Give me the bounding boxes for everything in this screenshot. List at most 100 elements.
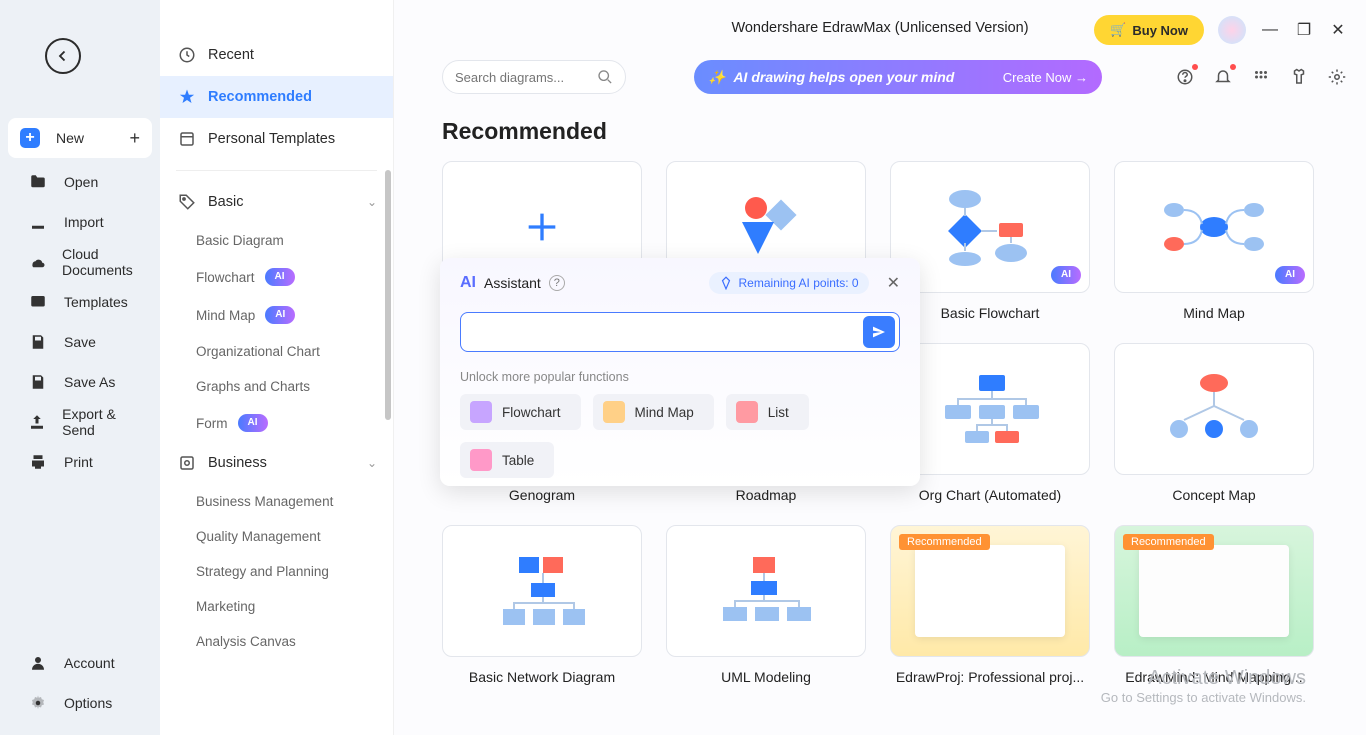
bell-icon[interactable] xyxy=(1212,66,1234,88)
assistant-input-wrap xyxy=(460,312,900,352)
sub-mindmap[interactable]: Mind MapAI xyxy=(160,296,393,334)
sidebar-item-print[interactable]: Print xyxy=(0,442,160,482)
card-mindmap[interactable]: AIMind Map xyxy=(1114,161,1314,321)
assistant-input[interactable] xyxy=(473,324,863,340)
export-icon xyxy=(28,412,46,432)
window-maximize[interactable]: ❐ xyxy=(1294,20,1314,40)
mindmap-func-icon xyxy=(603,401,625,423)
account-icon xyxy=(28,653,48,673)
card-edrawproj[interactable]: RecommendedEdrawProj: Professional proj.… xyxy=(890,525,1090,685)
cat-recent[interactable]: Recent xyxy=(160,34,393,76)
scrollbar-thumb[interactable] xyxy=(385,170,391,420)
help-icon[interactable]: ? xyxy=(549,275,565,291)
cat-personal[interactable]: Personal Templates xyxy=(160,118,393,160)
func-flowchart[interactable]: Flowchart xyxy=(460,394,581,430)
sidebar-item-import[interactable]: Import xyxy=(0,202,160,242)
sidebar-item-options[interactable]: Options xyxy=(0,683,160,723)
card-edrawmind[interactable]: RecommendedEdrawMind: Mind Mapping... xyxy=(1114,525,1314,685)
sub-basic-diagram[interactable]: Basic Diagram xyxy=(160,223,393,258)
func-list[interactable]: List xyxy=(726,394,809,430)
shirt-icon[interactable] xyxy=(1288,66,1310,88)
apps-icon[interactable] xyxy=(1250,66,1272,88)
cat-recommended[interactable]: Recommended xyxy=(160,76,393,118)
star-icon xyxy=(178,88,196,106)
card-network[interactable]: Basic Network Diagram xyxy=(442,525,642,685)
cat-label: Recommended xyxy=(208,89,312,105)
sidebar-label: Cloud Documents xyxy=(62,246,144,278)
template-icon xyxy=(178,130,196,148)
close-button[interactable]: ✕ xyxy=(887,273,900,293)
sidebar-item-open[interactable]: Open xyxy=(0,162,160,202)
sidebar-item-cloud[interactable]: Cloud Documents xyxy=(0,242,160,282)
title-bar: Wondershare EdrawMax (Unlicensed Version… xyxy=(394,0,1366,60)
settings-icon[interactable] xyxy=(1326,66,1348,88)
flowchart-func-icon xyxy=(470,401,492,423)
sub-form[interactable]: FormAI xyxy=(160,404,393,442)
search-input[interactable] xyxy=(455,70,597,85)
sub-flowchart[interactable]: FlowchartAI xyxy=(160,258,393,296)
sub-strategy[interactable]: Strategy and Planning xyxy=(160,554,393,589)
sidebar-item-templates[interactable]: Templates xyxy=(0,282,160,322)
sub-quality[interactable]: Quality Management xyxy=(160,519,393,554)
folder-icon xyxy=(28,172,48,192)
card-label: EdrawMind: Mind Mapping... xyxy=(1114,669,1314,685)
ai-points-pill[interactable]: Remaining AI points: 0 xyxy=(709,272,869,294)
cat-label: Personal Templates xyxy=(208,131,335,147)
ai-badge-icon: AI xyxy=(238,414,268,432)
card-uml[interactable]: UML Modeling xyxy=(666,525,866,685)
func-table[interactable]: Table xyxy=(460,442,554,478)
toolbar: ✨ AI drawing helps open your mind Create… xyxy=(424,60,1366,94)
sidebar-label: Save xyxy=(64,334,96,350)
sidebar-label-new: New xyxy=(56,130,84,146)
orgchart-icon xyxy=(935,369,1045,449)
sub-analysis[interactable]: Analysis Canvas xyxy=(160,624,393,659)
sparkle-icon: ✨ xyxy=(708,69,725,86)
saveas-icon xyxy=(28,372,48,392)
back-button[interactable] xyxy=(45,38,81,74)
window-close[interactable]: ✕ xyxy=(1328,20,1348,40)
clock-icon xyxy=(178,46,196,64)
buy-now-button[interactable]: 🛒 Buy Now xyxy=(1094,15,1204,45)
card-label: Org Chart (Automated) xyxy=(890,487,1090,503)
leftmost-sidebar: + New + Open Import Cloud Documents Temp… xyxy=(0,0,160,735)
sub-marketing[interactable]: Marketing xyxy=(160,589,393,624)
card-orgchart[interactable]: Org Chart (Automated) xyxy=(890,343,1090,503)
search-box[interactable] xyxy=(442,60,626,94)
cat-basic-header[interactable]: Basic ⌄ xyxy=(160,181,393,223)
sidebar-label: Account xyxy=(64,655,115,671)
ai-banner-button[interactable]: ✨ AI drawing helps open your mind Create… xyxy=(694,60,1102,94)
send-button[interactable] xyxy=(863,316,895,348)
sidebar-label: Templates xyxy=(64,294,128,310)
card-label: Roadmap xyxy=(666,487,866,503)
card-basic-flowchart[interactable]: AIBasic Flowchart xyxy=(890,161,1090,321)
sidebar-item-account[interactable]: Account xyxy=(0,643,160,683)
sub-graphs[interactable]: Graphs and Charts xyxy=(160,369,393,404)
window-minimize[interactable]: — xyxy=(1260,20,1280,40)
sub-business-mgmt[interactable]: Business Management xyxy=(160,484,393,519)
sidebar-label: Export & Send xyxy=(62,406,144,438)
sidebar-item-save[interactable]: Save xyxy=(0,322,160,362)
print-icon xyxy=(28,452,48,472)
sidebar-item-export[interactable]: Export & Send xyxy=(0,402,160,442)
search-icon xyxy=(597,68,613,86)
help-icon[interactable] xyxy=(1174,66,1196,88)
sub-orgchart[interactable]: Organizational Chart xyxy=(160,334,393,369)
tag-icon xyxy=(178,193,196,211)
card-concept[interactable]: Concept Map xyxy=(1114,343,1314,503)
sidebar-label: Import xyxy=(64,214,104,230)
sidebar-item-new[interactable]: + New + xyxy=(8,118,152,158)
sidebar-label: Save As xyxy=(64,374,115,390)
func-mindmap[interactable]: Mind Map xyxy=(593,394,714,430)
plus-icon xyxy=(522,207,562,247)
add-icon[interactable]: + xyxy=(129,128,140,149)
send-icon xyxy=(871,324,887,340)
sidebar-item-saveas[interactable]: Save As xyxy=(0,362,160,402)
cat-label: Business xyxy=(208,455,267,471)
cat-label: Basic xyxy=(208,194,243,210)
cat-business-header[interactable]: Business ⌄ xyxy=(160,442,393,484)
cart-icon: 🛒 xyxy=(1110,22,1126,38)
user-avatar[interactable] xyxy=(1218,16,1246,44)
sidebar-label: Options xyxy=(64,695,112,711)
import-icon xyxy=(28,212,48,232)
ai-logo-icon: AI xyxy=(460,274,476,292)
